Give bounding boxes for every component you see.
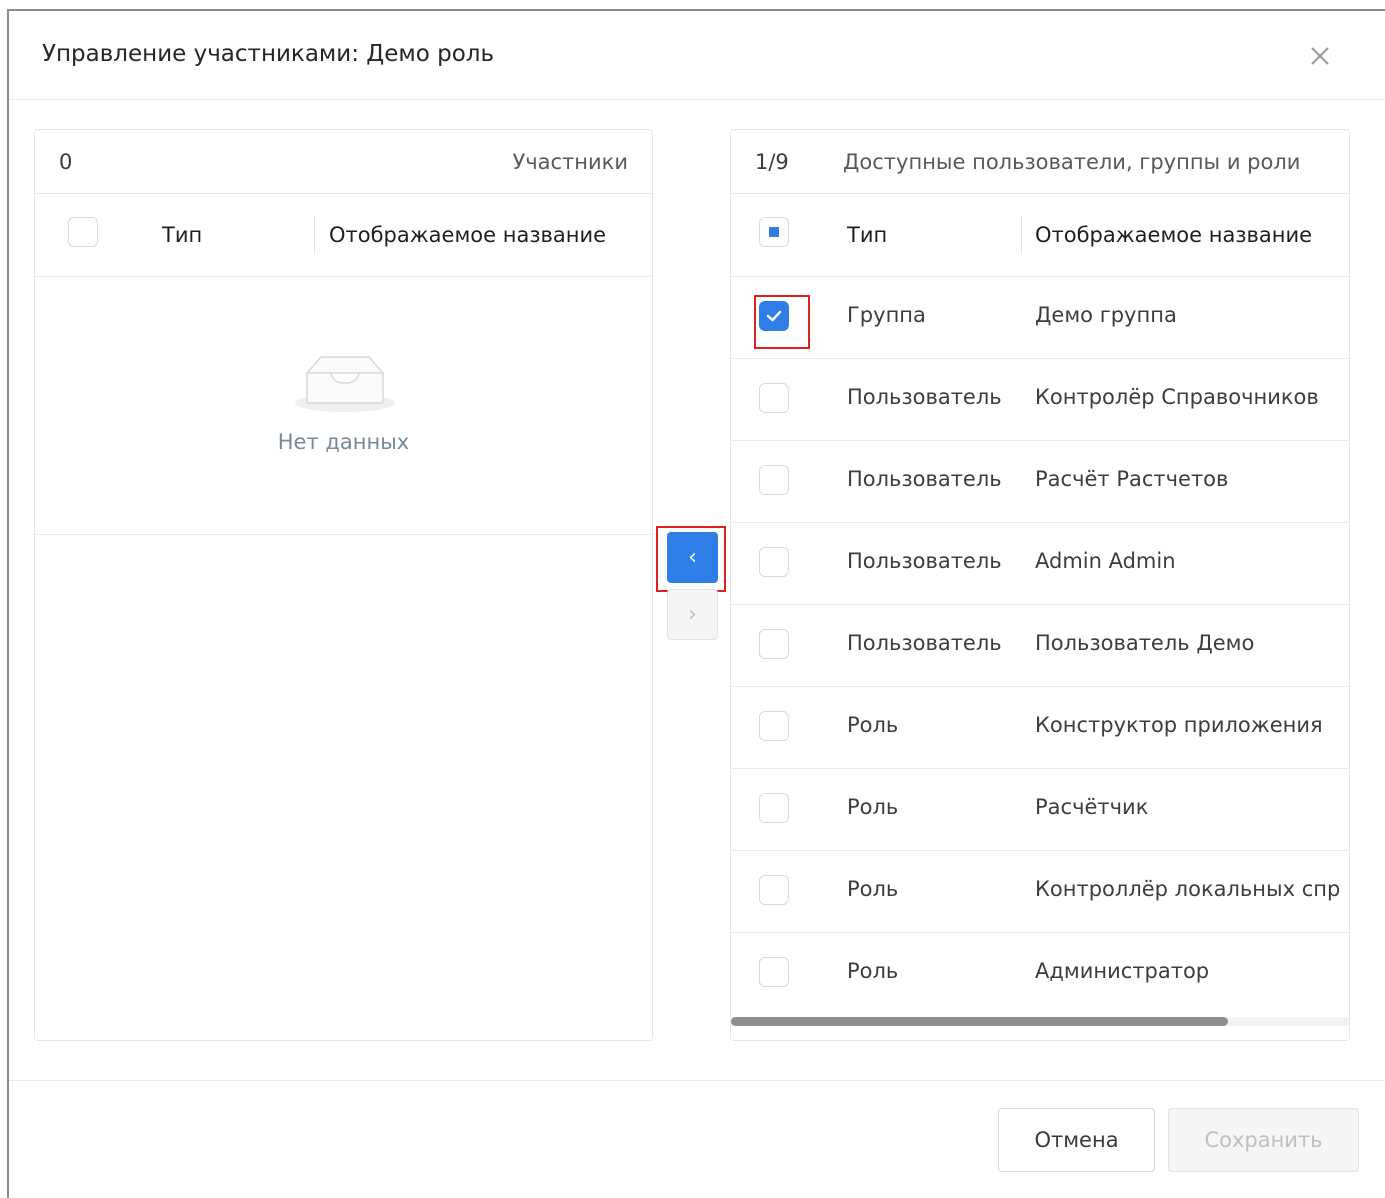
dialog-header: Управление участниками: Демо роль <box>9 11 1385 100</box>
row-checkbox[interactable] <box>759 875 789 905</box>
select-all-available-checkbox[interactable] <box>759 217 789 247</box>
chevron-right-icon: › <box>688 602 697 627</box>
available-panel-header: 1/9 Доступные пользователи, группы и рол… <box>731 130 1349 194</box>
close-icon <box>1311 47 1329 65</box>
cancel-button[interactable]: Отмена <box>998 1108 1155 1172</box>
select-all-members-checkbox[interactable] <box>68 217 98 247</box>
horizontal-scrollbar-thumb[interactable] <box>731 1017 1228 1026</box>
table-row[interactable]: Роль Администратор <box>731 933 1349 1015</box>
move-to-available-button[interactable]: › <box>667 589 718 640</box>
row-name: Конструктор приложения <box>1035 713 1323 737</box>
row-type: Пользователь <box>847 385 1002 409</box>
dialog-footer: Отмена Сохранить <box>9 1080 1385 1190</box>
row-name: Пользователь Демо <box>1035 631 1255 655</box>
row-checkbox[interactable] <box>759 793 789 823</box>
row-name: Демо группа <box>1035 303 1177 327</box>
row-name: Администратор <box>1035 959 1210 983</box>
column-type[interactable]: Тип <box>847 223 887 247</box>
members-panel: 0 Участники Тип Отображаемое название Не… <box>34 129 653 1041</box>
members-count: 0 <box>59 150 73 174</box>
highlight-frame <box>754 295 810 349</box>
column-divider <box>1021 216 1022 254</box>
column-type[interactable]: Тип <box>162 223 202 247</box>
empty-text: Нет данных <box>277 430 410 454</box>
available-panel: 1/9 Доступные пользователи, группы и рол… <box>730 129 1350 1041</box>
save-button[interactable]: Сохранить <box>1168 1108 1359 1172</box>
table-row[interactable]: Пользователь Пользователь Демо <box>731 605 1349 687</box>
column-display-name[interactable]: Отображаемое название <box>329 223 606 247</box>
dialog-title: Управление участниками: Демо роль <box>42 41 495 67</box>
table-row[interactable]: Роль Контроллёр локальных спр <box>731 851 1349 933</box>
row-checkbox[interactable] <box>759 957 789 987</box>
row-type: Роль <box>847 877 899 901</box>
row-type: Роль <box>847 959 899 983</box>
row-name: Расчётчик <box>1035 795 1149 819</box>
table-row[interactable]: Пользователь Admin Admin <box>731 523 1349 605</box>
available-table-header: Тип Отображаемое название <box>731 194 1349 277</box>
row-name: Admin Admin <box>1035 549 1176 573</box>
table-row[interactable]: Пользователь Контролёр Справочников <box>731 359 1349 441</box>
row-type: Группа <box>847 303 926 327</box>
row-type: Пользователь <box>847 467 1002 491</box>
empty-inbox-icon <box>295 356 395 412</box>
row-checkbox[interactable] <box>759 547 789 577</box>
column-divider <box>314 216 315 254</box>
row-checkbox[interactable] <box>759 629 789 659</box>
highlight-frame <box>656 526 726 592</box>
members-table-header: Тип Отображаемое название <box>35 194 652 277</box>
empty-state: Нет данных <box>35 277 652 535</box>
available-panel-title: Доступные пользователи, группы и роли <box>843 150 1301 174</box>
row-type: Пользователь <box>847 549 1002 573</box>
available-count: 1/9 <box>755 150 789 174</box>
row-type: Пользователь <box>847 631 1002 655</box>
close-button[interactable] <box>1305 41 1335 71</box>
row-name: Контроллёр локальных спр <box>1035 877 1341 901</box>
table-row[interactable]: Пользователь Расчёт Растчетов <box>731 441 1349 523</box>
row-checkbox[interactable] <box>759 711 789 741</box>
row-type: Роль <box>847 713 899 737</box>
row-type: Роль <box>847 795 899 819</box>
members-panel-header: 0 Участники <box>35 130 652 194</box>
row-checkbox[interactable] <box>759 465 789 495</box>
row-checkbox[interactable] <box>759 383 789 413</box>
row-name: Контролёр Справочников <box>1035 385 1319 409</box>
table-row[interactable]: Группа Демо группа <box>731 277 1349 359</box>
table-row[interactable]: Роль Конструктор приложения <box>731 687 1349 769</box>
column-display-name[interactable]: Отображаемое название <box>1035 223 1312 247</box>
members-panel-title: Участники <box>512 150 628 174</box>
table-row[interactable]: Роль Расчётчик <box>731 769 1349 851</box>
row-name: Расчёт Растчетов <box>1035 467 1229 491</box>
